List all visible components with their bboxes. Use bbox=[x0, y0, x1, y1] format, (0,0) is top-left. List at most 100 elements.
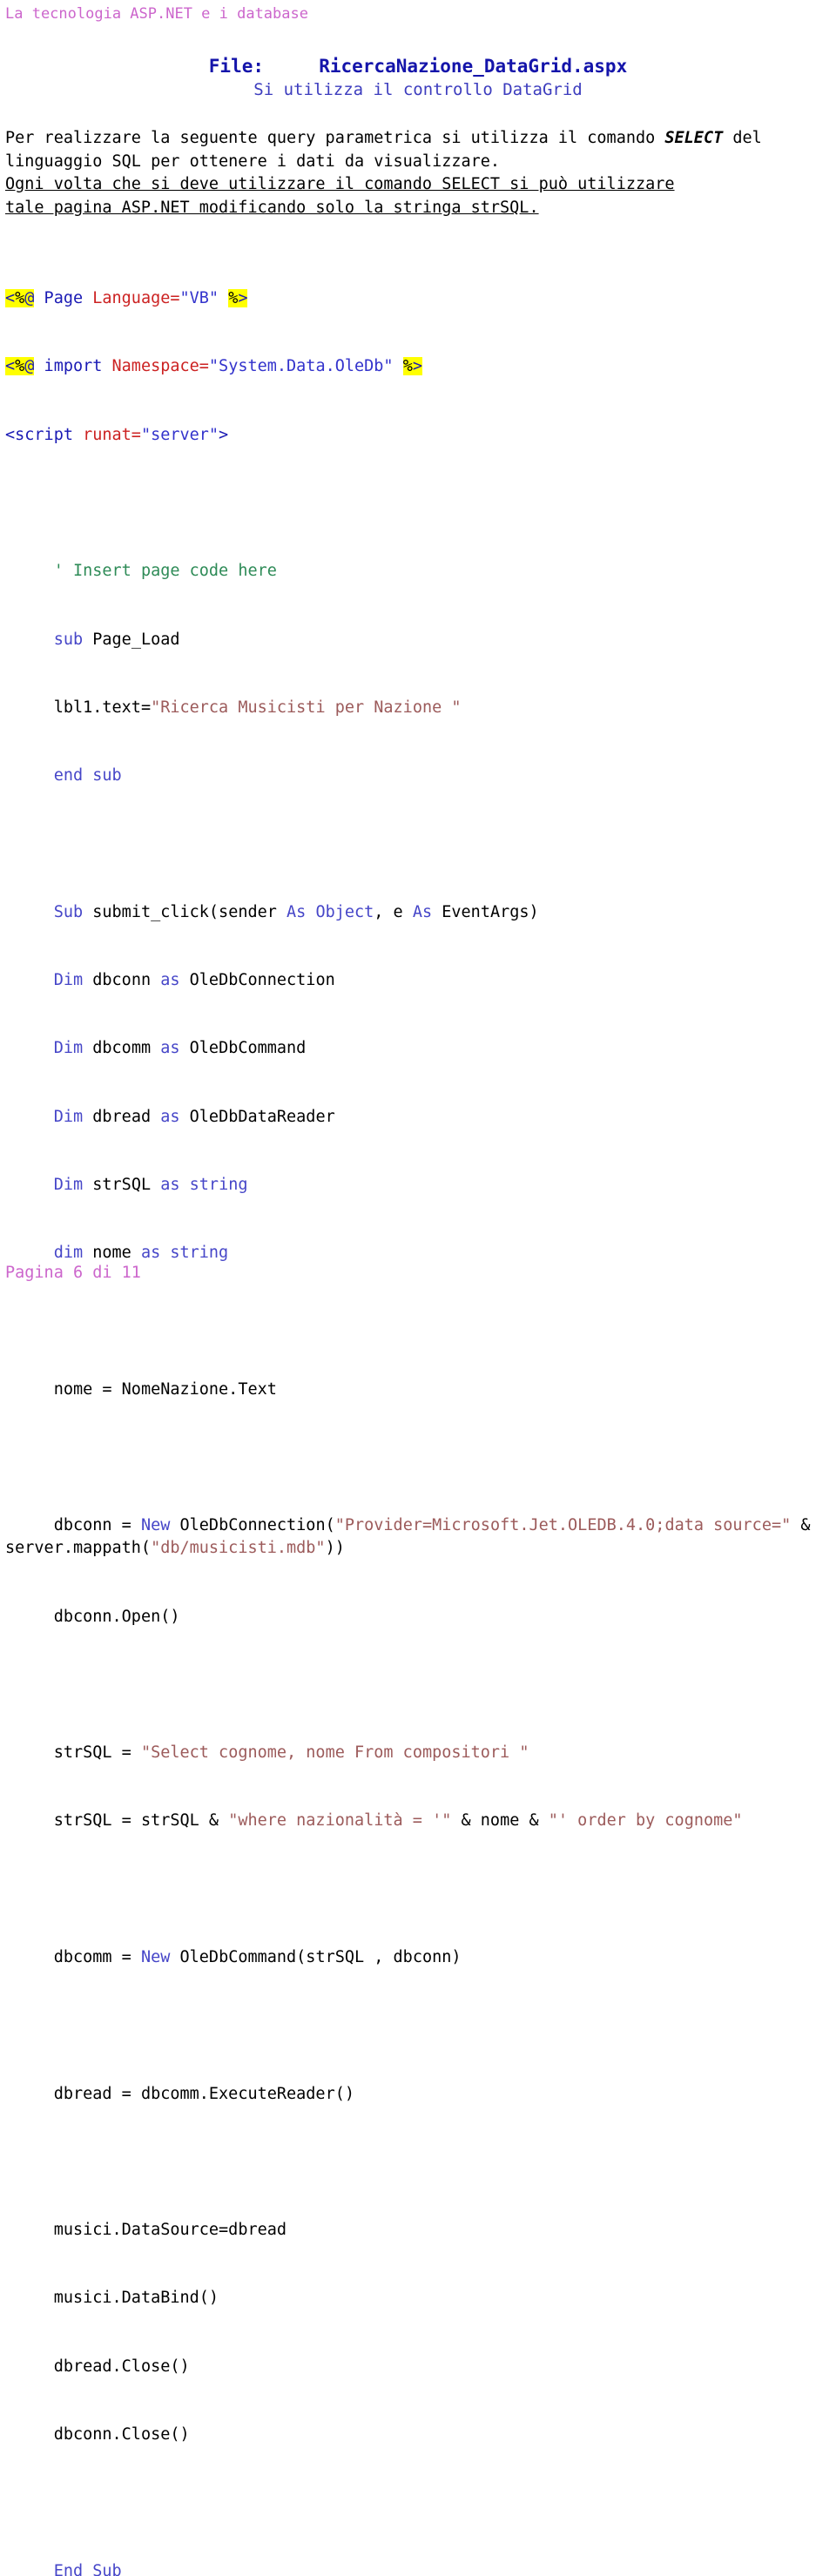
title-block: File: RicercaNazione_DataGrid.aspx Si ut… bbox=[0, 54, 836, 101]
at-sign: @ bbox=[24, 357, 35, 376]
stmt-dbconn-prefix: dbconn = bbox=[53, 1516, 141, 1535]
connstring-part2: data source=" bbox=[664, 1516, 792, 1535]
proc-name-page-load: Page_Load bbox=[83, 630, 180, 649]
mappath-arg: "db/musicisti.mdb" bbox=[151, 1539, 326, 1558]
intro-underlined-line1: Ogni volta che si deve utilizzare il com… bbox=[5, 175, 675, 193]
code-line-sub-submit: Sub submit_click(sender As Object, e As … bbox=[5, 901, 833, 924]
running-head: La tecnologia ASP.NET e i database bbox=[5, 5, 308, 23]
code-line-dbcomm-new: dbcomm = New OleDbCommand(strSQL , dbcon… bbox=[5, 1946, 833, 1969]
concat-nome: & nome & bbox=[451, 1811, 549, 1831]
stmt-strsql1-prefix: strSQL = bbox=[53, 1743, 141, 1763]
page-subtitle: Si utilizza il controllo DataGrid bbox=[253, 80, 583, 99]
angle-bracket-close-icon: > bbox=[238, 289, 248, 308]
code-line-lbl-assign: lbl1.text="Ricerca Musicisti per Nazione… bbox=[5, 697, 833, 719]
code-line-comment: ' Insert page code here bbox=[5, 560, 833, 583]
stmt-dbcomm-prefix: dbcomm = bbox=[53, 1948, 141, 1967]
attr-runat: runat= bbox=[83, 425, 141, 444]
keyword-new: New bbox=[140, 1516, 171, 1535]
stmt-dbconn-close: dbconn.Close() bbox=[53, 2425, 190, 2444]
intro-text-part1: Per realizzare la seguente query paramet… bbox=[5, 129, 665, 147]
keyword-dim: Dim bbox=[53, 1039, 84, 1058]
code-line-dim-nome: dim nome as string bbox=[5, 1242, 833, 1264]
percent-open: % bbox=[15, 289, 25, 308]
var-dbconn: dbconn bbox=[83, 971, 161, 989]
keyword-as: as bbox=[160, 1175, 180, 1194]
code-line-script-open: <script runat="server"> bbox=[5, 424, 833, 447]
type-string: string bbox=[179, 1175, 248, 1194]
comment-insert-page-code: ' Insert page code here bbox=[53, 562, 277, 581]
type-oledbconnection: OleDbConnection bbox=[179, 971, 335, 989]
param-separator: , e bbox=[374, 902, 413, 921]
var-strsql: strSQL bbox=[83, 1175, 161, 1194]
var-nome: nome bbox=[83, 1244, 141, 1263]
attr-language: Language= bbox=[92, 289, 180, 308]
keyword-as-object: As Object bbox=[287, 902, 374, 921]
code-line-dbconn-open: dbconn.Open() bbox=[5, 1606, 833, 1629]
stmt-musici-databind: musici.DataBind() bbox=[53, 2289, 219, 2308]
sql-select-string: "Select cognome, nome From compositori " bbox=[140, 1743, 529, 1763]
page-title: File: RicercaNazione_DataGrid.aspx bbox=[208, 56, 628, 77]
code-line-strsql2: strSQL = strSQL & "where nazionalità = '… bbox=[5, 1810, 833, 1832]
sql-orderby-string: "' order by cognome" bbox=[548, 1811, 743, 1831]
type-oledbcommand: OleDbCommand bbox=[179, 1039, 307, 1058]
lbl1-text-value: "Ricerca Musicisti per Nazione " bbox=[151, 698, 462, 717]
code-line-musici-datasource: musici.DataSource=dbread bbox=[5, 2219, 833, 2242]
type-string: string bbox=[160, 1244, 229, 1263]
sql-where-string: "where nazionalità = '" bbox=[228, 1811, 452, 1831]
var-dbcomm: dbcomm bbox=[83, 1039, 161, 1058]
class-oledbcommand: OleDbCommand(strSQL , dbconn) bbox=[170, 1948, 462, 1967]
code-line-directive-import: <% @ import Namespace="System.Data.OleDb"… bbox=[5, 355, 833, 378]
code-line-dbconn-close: dbconn.Close() bbox=[5, 2424, 833, 2446]
stmt-executereader: dbread = dbcomm.ExecuteReader() bbox=[53, 2084, 354, 2103]
intro-paragraph: Per realizzare la seguente query paramet… bbox=[5, 127, 831, 219]
keyword-new: New bbox=[140, 1948, 171, 1967]
code-line-strsql1: strSQL = "Select cognome, nome From comp… bbox=[5, 1742, 833, 1764]
percent-close: % bbox=[228, 289, 239, 308]
closing-parens: )) bbox=[325, 1539, 345, 1558]
percent-close: % bbox=[402, 357, 413, 376]
angle-bracket-open-icon: < bbox=[5, 357, 16, 376]
attr-namespace: Namespace= bbox=[111, 357, 209, 376]
code-line-sub-pageload: sub Page_Load bbox=[5, 629, 833, 651]
code-line-musici-databind: musici.DataBind() bbox=[5, 2287, 833, 2310]
keyword-as: as bbox=[160, 1107, 180, 1126]
angle-bracket-close-icon: > bbox=[412, 357, 422, 376]
code-line-dim-dbconn: Dim dbconn as OleDbConnection bbox=[5, 969, 833, 992]
keyword-sub: sub bbox=[53, 630, 84, 649]
code-line-dim-dbread: Dim dbread as OleDbDataReader bbox=[5, 1106, 833, 1129]
directive-keyword-page: Page bbox=[34, 289, 93, 308]
code-block: <%@ Page Language="VB" %> <% @ import Nam… bbox=[5, 242, 833, 2576]
code-line-nome-assign: nome = NomeNazione.Text bbox=[5, 1379, 833, 1401]
code-line-directive-page: <%@ Page Language="VB" %> bbox=[5, 287, 833, 310]
intro-select-keyword: SELECT bbox=[664, 129, 724, 147]
keyword-end-sub: end sub bbox=[53, 766, 122, 786]
type-oledbdatareader: OleDbDataReader bbox=[179, 1107, 335, 1126]
stmt-dbread-close: dbread.Close() bbox=[53, 2357, 190, 2376]
code-line-end-sub-lower: end sub bbox=[5, 765, 833, 787]
directive-keyword-import: import bbox=[34, 357, 112, 376]
keyword-dim: Dim bbox=[53, 1107, 84, 1126]
keyword-as: as bbox=[140, 1244, 161, 1263]
keyword-dim: Dim bbox=[53, 1175, 84, 1194]
code-line-dim-dbcomm: Dim dbcomm as OleDbCommand bbox=[5, 1037, 833, 1060]
attr-namespace-value: "System.Data.OleDb" bbox=[208, 357, 394, 376]
stmt-dbconn-open: dbconn.Open() bbox=[53, 1607, 180, 1626]
intro-underlined-line2: tale pagina ASP.NET modificando solo la … bbox=[5, 198, 539, 217]
class-oledbconnection: OleDbConnection( bbox=[170, 1516, 335, 1535]
angle-bracket-close-icon: > bbox=[219, 425, 229, 444]
var-dbread: dbread bbox=[83, 1107, 161, 1126]
code-line-end-sub-upper: End Sub bbox=[5, 2560, 833, 2576]
stmt-strsql2-prefix: strSQL = strSQL & bbox=[53, 1811, 229, 1831]
stmt-nome-assign: nome = NomeNazione.Text bbox=[53, 1379, 277, 1399]
